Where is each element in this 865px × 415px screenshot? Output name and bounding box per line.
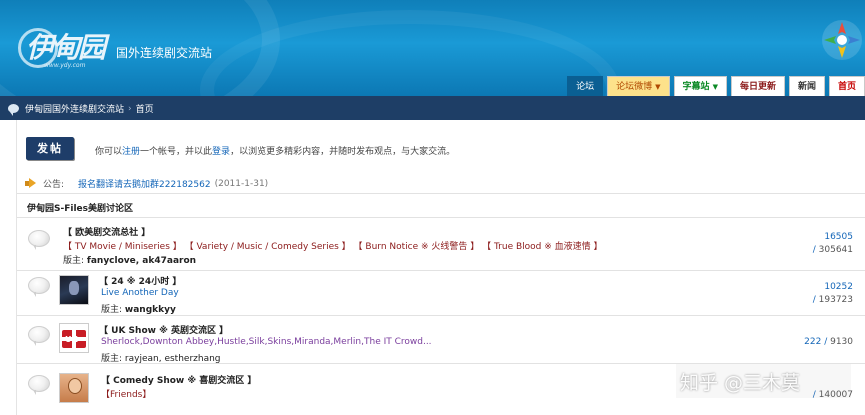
announcement: 公告: 报名翻译请去鹅加群222182562 (2011-1-31) bbox=[25, 177, 268, 190]
thread-count: 16505 bbox=[824, 232, 853, 242]
nav-subtitles[interactable]: 字幕站 ▼ bbox=[673, 76, 727, 96]
moderator-names[interactable]: wangkkyy bbox=[125, 305, 176, 315]
site-logo[interactable]: 伊甸园 bbox=[26, 26, 106, 66]
announcement-link[interactable]: 报名翻译请去鹅加群222182562 bbox=[78, 177, 211, 190]
subforum-links[interactable]: Live Another Day bbox=[101, 288, 179, 298]
thread-count: 222 bbox=[804, 337, 822, 347]
forum-status-icon bbox=[28, 375, 50, 395]
welcome-prefix: 你可以 bbox=[95, 147, 123, 157]
divider bbox=[17, 217, 865, 218]
divider bbox=[17, 193, 865, 194]
welcome-middle: 一个帐号，并以此 bbox=[140, 147, 213, 157]
site-header: 伊甸园 www.ydy.com 国外连续剧交流站 论坛 论坛微博 ▼ 字幕站 ▼ 每… bbox=[0, 0, 865, 96]
moderators: 版主: fanyclove, ak47aaron bbox=[63, 253, 196, 266]
breadcrumb-current: 首页 bbox=[135, 105, 154, 115]
moderator-label: 版主: bbox=[63, 256, 85, 266]
forum-thumbnail[interactable]: UK bbox=[59, 323, 89, 353]
breadcrumb-separator: › bbox=[128, 103, 132, 114]
moderator-names[interactable]: fanyclove, ak47aaron bbox=[87, 256, 196, 266]
forum-title[interactable]: 【 24 ※ 24小时 】 bbox=[99, 274, 181, 287]
forum-status-icon bbox=[28, 230, 50, 250]
chat-bubble-icon bbox=[8, 104, 19, 116]
logo-url: www.ydy.com bbox=[44, 62, 86, 69]
breadcrumb-bar: 伊甸园国外连续剧交流站 › 首页 bbox=[0, 96, 865, 120]
watermark: 知乎 @三木莫 bbox=[680, 372, 801, 394]
post-count: / 193723 bbox=[812, 295, 853, 305]
forum-thumbnail[interactable] bbox=[59, 275, 89, 305]
register-link[interactable]: 注册 bbox=[122, 147, 140, 157]
site-slogan: 国外连续剧交流站 bbox=[116, 46, 213, 60]
thread-count: 10252 bbox=[824, 282, 853, 292]
post-count-value: 9130 bbox=[830, 337, 853, 347]
subforum-links[interactable]: 【Friends】 bbox=[101, 387, 151, 400]
nav-forum[interactable]: 论坛 bbox=[567, 76, 604, 96]
section-title[interactable]: 伊甸园S-Files美剧讨论区 bbox=[27, 201, 133, 214]
nav-daily-updates[interactable]: 每日更新 bbox=[730, 76, 785, 96]
forum-row: 【 24 ※ 24小时 】 Live Another Day 版主: wangk… bbox=[17, 271, 865, 321]
forum-row: UK 【 UK Show ※ 英剧交流区 】 Sherlock,Downton … bbox=[17, 317, 865, 367]
welcome-message: 你可以注册一个帐号，并以此登录，以浏览更多精彩内容，并随时发布观点，与大家交流。 bbox=[95, 144, 455, 157]
forum-title[interactable]: 【 UK Show ※ 英剧交流区 】 bbox=[99, 323, 228, 336]
post-count: / 305641 bbox=[812, 245, 853, 255]
login-link[interactable]: 登录 bbox=[212, 147, 230, 157]
welcome-suffix: ，以浏览更多精彩内容，并随时发布观点，与大家交流。 bbox=[230, 147, 456, 157]
brand-star-icon bbox=[822, 20, 862, 60]
post-count-value: 193723 bbox=[818, 295, 853, 305]
breadcrumb: 伊甸园国外连续剧交流站 › 首页 bbox=[8, 102, 154, 116]
top-nav: 论坛 论坛微博 ▼ 字幕站 ▼ 每日更新 新闻 首页 bbox=[563, 76, 865, 96]
new-post-button[interactable]: 发帖 bbox=[26, 137, 74, 160]
announcement-label: 公告: bbox=[43, 180, 65, 190]
announcement-date: (2011-1-31) bbox=[214, 178, 269, 189]
post-count-value: 305641 bbox=[818, 245, 853, 255]
forum-status-icon bbox=[28, 277, 50, 297]
forum-thumbnail[interactable] bbox=[59, 373, 89, 403]
forum-row: 【 欧美剧交流总社 】 【 TV Movie / Miniseries 】 【 … bbox=[17, 220, 865, 270]
divider bbox=[17, 315, 865, 316]
breadcrumb-root[interactable]: 伊甸园国外连续剧交流站 bbox=[25, 102, 124, 115]
forum-title[interactable]: 【 Comedy Show ※ 喜剧交流区 】 bbox=[101, 373, 256, 386]
nav-home[interactable]: 首页 bbox=[828, 76, 865, 96]
forum-status-icon bbox=[28, 326, 50, 346]
nav-news[interactable]: 新闻 bbox=[788, 76, 825, 96]
moderator-label: 版主: bbox=[101, 305, 123, 315]
subforum-links[interactable]: Sherlock,Downton Abbey,Hustle,Silk,Skins… bbox=[101, 337, 432, 347]
forum-title[interactable]: 【 欧美剧交流总社 】 bbox=[63, 225, 150, 238]
chevron-down-icon: ▼ bbox=[712, 83, 718, 91]
nav-weibo[interactable]: 论坛微博 ▼ bbox=[607, 76, 670, 96]
moderators: 版主: wangkkyy bbox=[101, 302, 176, 315]
subforum-links[interactable]: 【 TV Movie / Miniseries 】 【 Variety / Mu… bbox=[63, 239, 603, 252]
chevron-down-icon: ▼ bbox=[655, 83, 661, 91]
thread-post-count: 222 / 9130 bbox=[804, 337, 853, 347]
megaphone-icon bbox=[25, 178, 39, 189]
